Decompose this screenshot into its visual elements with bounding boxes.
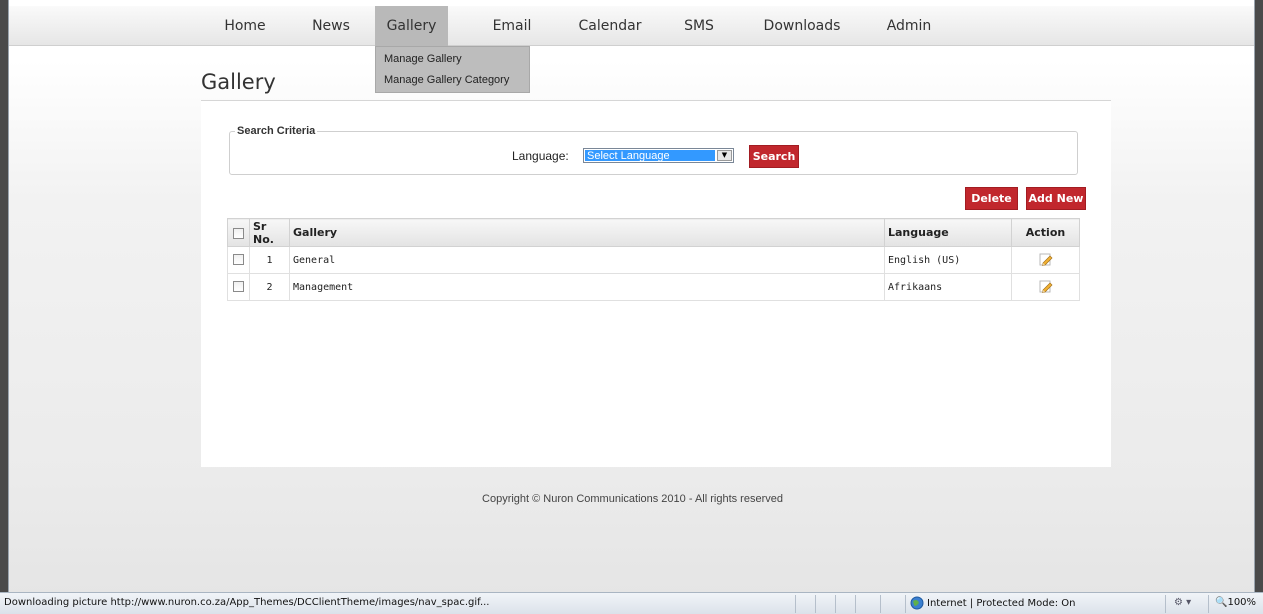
security-zone-label: Internet | Protected Mode: On [927,597,1076,609]
add-new-button[interactable]: Add New [1026,187,1086,210]
globe-icon [910,596,924,610]
row-checkbox[interactable] [233,254,244,266]
magnifier-icon: 🔍 [1215,597,1228,608]
nav-news[interactable]: News [303,6,359,46]
security-zone[interactable]: Internet | Protected Mode: On [910,596,1075,610]
zoom-control[interactable]: 🔍100% [1215,597,1256,608]
page-title: Gallery [201,70,276,94]
select-all-checkbox[interactable] [233,227,244,239]
table-header-row: Sr No. Gallery Language Action [227,218,1080,247]
chevron-down-icon[interactable]: ▼ [717,150,732,161]
protected-mode-icon[interactable]: ⚙ ▾ [1174,597,1191,608]
nav-email[interactable]: Email [484,6,540,46]
row-language: Afrikaans [884,273,1012,301]
browser-window: Home News Gallery Email Calendar SMS Dow… [8,0,1255,614]
row-language: English (US) [884,246,1012,274]
header-gallery: Gallery [289,218,885,247]
row-checkbox[interactable] [233,281,244,293]
content-panel: Search Criteria Language: Select Languag… [201,101,1111,467]
language-label: Language: [512,149,569,163]
status-divider [835,595,836,613]
delete-button[interactable]: Delete [965,187,1018,210]
row-action-cell [1011,246,1080,274]
row-sr-no: 2 [249,273,290,301]
status-divider [795,595,796,613]
edit-icon[interactable] [1039,280,1053,294]
browser-status-bar: Downloading picture http://www.nuron.co.… [0,592,1263,614]
nav-sms[interactable]: SMS [677,6,721,46]
top-navigation: Home News Gallery Email Calendar SMS Dow… [9,6,1254,46]
language-select[interactable]: Select Language ▼ [583,148,734,163]
gallery-table: Sr No. Gallery Language Action 1 General… [227,218,1080,301]
row-sr-no: 1 [249,246,290,274]
nav-gallery[interactable]: Gallery [375,6,448,46]
row-action-cell [1011,273,1080,301]
table-row: 1 General English (US) [227,246,1080,274]
status-message: Downloading picture http://www.nuron.co.… [4,597,490,608]
row-gallery-name: Management [289,273,885,301]
gallery-dropdown-menu: Manage Gallery Manage Gallery Category [375,46,530,93]
select-all-cell [227,218,250,247]
status-divider [880,595,881,613]
header-action: Action [1011,218,1080,247]
menu-manage-gallery[interactable]: Manage Gallery [384,53,462,65]
nav-admin[interactable]: Admin [881,6,937,46]
copyright-text: Copyright © Nuron Communications 2010 - … [482,493,783,505]
status-divider [1165,595,1166,613]
menu-manage-gallery-category[interactable]: Manage Gallery Category [384,74,509,86]
status-divider [815,595,816,613]
edit-icon[interactable] [1039,253,1053,267]
zoom-level: 100% [1227,597,1257,608]
search-criteria-legend: Search Criteria [237,125,316,137]
row-gallery-name: General [289,246,885,274]
table-row: 2 Management Afrikaans [227,273,1080,301]
header-language: Language [884,218,1012,247]
nav-downloads[interactable]: Downloads [757,6,847,46]
status-divider [855,595,856,613]
nav-home[interactable]: Home [217,6,273,46]
language-select-value: Select Language [585,150,715,162]
status-divider [905,595,906,613]
header-sr-no: Sr No. [249,218,290,247]
row-select-cell [227,273,250,301]
nav-calendar[interactable]: Calendar [572,6,648,46]
row-select-cell [227,246,250,274]
status-divider [1208,595,1209,613]
search-button[interactable]: Search [749,145,799,168]
